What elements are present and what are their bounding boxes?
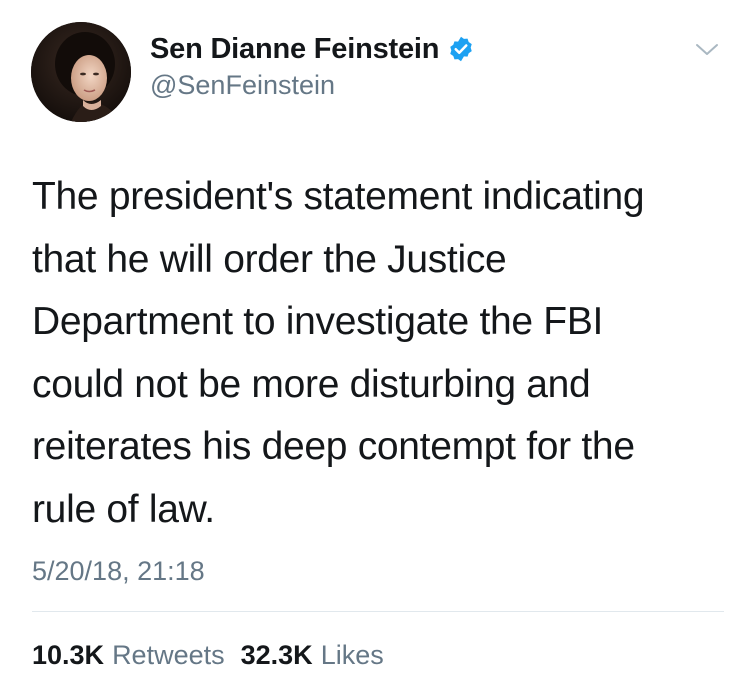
display-name[interactable]: Sen Dianne Feinstein — [150, 33, 439, 66]
tweet-text: The president's statement indicating tha… — [32, 175, 645, 531]
likes-count: 32.3K — [240, 640, 313, 670]
verified-badge-icon — [447, 35, 475, 63]
retweets-count: 10.3K — [32, 640, 105, 670]
divider — [32, 611, 724, 612]
avatar-photo — [31, 22, 131, 122]
tweet-stats: 10.3K Retweets 32.3K Likes — [32, 640, 384, 671]
user-handle[interactable]: @SenFeinstein — [150, 70, 475, 101]
retweets-label: Retweets — [112, 640, 225, 670]
likes-stat[interactable]: 32.3K Likes — [241, 640, 384, 671]
likes-label: Likes — [320, 640, 384, 670]
avatar[interactable] — [31, 22, 131, 122]
tweet-header: Sen Dianne Feinstein @SenFeinstein — [150, 32, 475, 101]
retweets-stat[interactable]: 10.3K Retweets — [32, 640, 225, 671]
name-row: Sen Dianne Feinstein — [150, 32, 475, 66]
chevron-down-icon[interactable] — [692, 36, 722, 62]
tweet-timestamp[interactable]: 5/20/18, 21:18 — [32, 556, 205, 587]
tweet-card: Sen Dianne Feinstein @SenFeinstein The p… — [0, 0, 750, 689]
